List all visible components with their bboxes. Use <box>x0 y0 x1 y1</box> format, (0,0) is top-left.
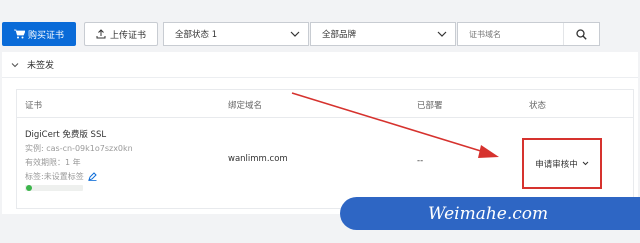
brand-filter-value: 全部品牌 <box>322 30 357 40</box>
status-dropdown[interactable]: 申请审核中 <box>522 138 602 189</box>
status-label: 申请审核中 <box>535 159 578 170</box>
watermark-banner: Weimahe.com <box>340 197 640 230</box>
chevron-down-icon <box>437 31 447 37</box>
column-header-status: 状态 <box>529 101 547 111</box>
verified-dot-icon <box>26 185 32 191</box>
table-row: DigiCert 免费版 SSL 实例: cas-cn-09k1o7szx0kn… <box>17 118 633 208</box>
search-input[interactable] <box>458 23 564 45</box>
search-box <box>457 22 600 46</box>
certificate-table: 证书 绑定域名 已部署 状态 DigiCert 免费版 SSL 实例: cas-… <box>16 89 634 209</box>
bound-domain: wanlimm.com <box>228 154 288 164</box>
group-title: 未签发 <box>27 61 55 71</box>
certificate-instance: 实例: cas-cn-09k1o7szx0kn <box>25 144 133 153</box>
certificate-tag-label: 标签:未设置标签 <box>25 172 84 181</box>
certificate-validity: 有效期限：1 年 <box>25 158 81 167</box>
chevron-down-icon <box>582 161 589 166</box>
upload-icon <box>96 29 106 39</box>
column-header-domain: 绑定域名 <box>228 101 263 111</box>
buy-certificate-button[interactable]: 购买证书 <box>2 22 76 46</box>
chevron-down-icon <box>11 62 19 67</box>
table-header: 证书 绑定域名 已部署 状态 <box>17 90 633 118</box>
deployed-value: -- <box>417 156 424 166</box>
upload-certificate-button[interactable]: 上传证书 <box>84 22 158 46</box>
cart-icon <box>13 29 25 39</box>
status-filter-select[interactable]: 全部状态 1 <box>163 22 309 46</box>
chevron-down-icon <box>290 31 300 37</box>
group-header[interactable]: 未签发 <box>2 52 638 78</box>
column-header-deployed: 已部署 <box>417 101 443 111</box>
status-filter-value: 全部状态 1 <box>175 30 218 40</box>
toolbar: 购买证书 上传证书 全部状态 1 全部品牌 <box>2 22 600 46</box>
certificate-badge <box>25 185 83 191</box>
search-icon <box>576 28 587 40</box>
certificate-name: DigiCert 免费版 SSL <box>25 130 107 140</box>
edit-icon[interactable] <box>87 172 97 181</box>
watermark-text: Weimahe.com <box>428 203 549 224</box>
certificate-card: 未签发 证书 绑定域名 已部署 状态 DigiCert 免费版 SSL 实例: … <box>2 52 638 214</box>
column-header-certificate: 证书 <box>25 101 43 111</box>
brand-filter-select[interactable]: 全部品牌 <box>310 22 456 46</box>
buy-certificate-label: 购买证书 <box>27 30 64 41</box>
upload-certificate-label: 上传证书 <box>109 30 146 41</box>
certificate-tags: 标签:未设置标签 <box>25 171 97 182</box>
search-button[interactable] <box>563 23 599 45</box>
